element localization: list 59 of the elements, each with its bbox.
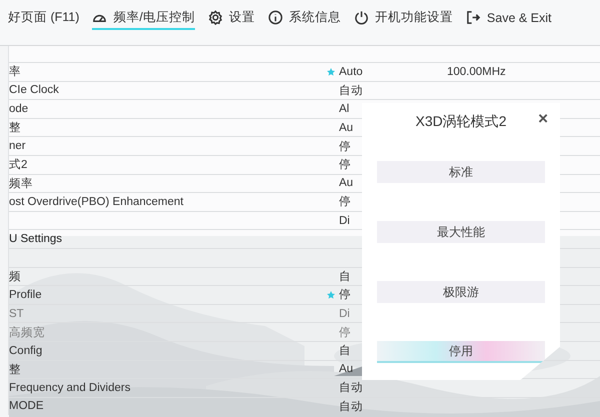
setting-label: 式2	[9, 158, 28, 172]
nav-tab-label: 设置	[228, 9, 255, 26]
nav-tab[interactable]: 好页面 (F11)	[8, 9, 80, 30]
setting-value: Al	[339, 102, 350, 115]
dialog-title: X3D涡轮模式2	[415, 113, 507, 131]
settings-icon	[208, 10, 223, 25]
setting-value: Au	[339, 363, 354, 376]
setting-label: 高频宽	[9, 325, 45, 340]
setting-value: Au	[339, 177, 354, 190]
setting-value: Auto	[339, 66, 363, 78]
nav-tab-label: 好页面 (F11)	[8, 9, 80, 26]
star-icon	[327, 290, 335, 299]
setting-label: Profile	[9, 288, 42, 301]
setting-value: Di	[339, 308, 350, 320]
setting-label: ner	[9, 140, 26, 152]
setting-label: CIe Clock	[9, 84, 59, 96]
section-heading: U Settings	[9, 233, 62, 246]
nav-tab[interactable]: 频率/电压控制	[92, 9, 195, 30]
setting-label: 整	[9, 362, 21, 377]
info-icon	[268, 10, 283, 25]
close-button[interactable]: ×	[534, 109, 552, 129]
setting-value: 自	[339, 270, 351, 284]
setting-label: 频	[9, 270, 21, 284]
setting-label: ST	[9, 308, 24, 320]
setting-value: 停	[339, 288, 351, 302]
option-button[interactable]: 停用	[377, 341, 545, 363]
option-button[interactable]: 极限游	[377, 281, 545, 303]
option-button[interactable]: 最大性能	[377, 221, 545, 243]
setting-value: Au	[339, 122, 354, 134]
setting-value: 自动	[339, 400, 363, 414]
setting-value: 100.00MHz	[447, 66, 506, 78]
setting-label: Frequency and Dividers	[9, 382, 130, 394]
setting-label: 率	[9, 64, 21, 80]
setting-label: MODE	[9, 400, 44, 412]
setting-value: 自动	[339, 380, 363, 396]
nav-tab[interactable]: 系统信息	[268, 9, 341, 30]
exit-icon	[466, 10, 481, 25]
nav-tab[interactable]: Save & Exit	[466, 10, 552, 29]
setting-value: 停	[339, 194, 351, 210]
nav-tab-label: Save & Exit	[486, 10, 552, 24]
setting-value: 停	[339, 158, 351, 172]
nav-tab-label: 频率/电压控制	[113, 9, 195, 26]
setting-label: 频率	[9, 176, 33, 191]
power-icon	[354, 10, 369, 25]
setting-label: ost Overdrive(PBO) Enhancement	[9, 196, 184, 208]
nav-tab-label: 开机功能设置	[374, 9, 453, 26]
setting-value: 停	[339, 140, 351, 154]
setting-value: 自动	[339, 84, 363, 98]
nav-tab[interactable]: 开机功能设置	[354, 9, 453, 30]
nav-tab-label: 系统信息	[288, 9, 341, 26]
nav-tab[interactable]: 设置	[208, 9, 255, 30]
setting-label: 整	[9, 120, 21, 136]
setting-value: 自	[339, 344, 351, 358]
setting-value: Di	[339, 214, 350, 227]
star-icon	[327, 68, 335, 76]
setting-value: 停	[339, 326, 351, 340]
setting-label: ode	[9, 102, 28, 115]
option-button[interactable]: 标准	[377, 161, 545, 183]
setting-label: Config	[9, 344, 42, 357]
